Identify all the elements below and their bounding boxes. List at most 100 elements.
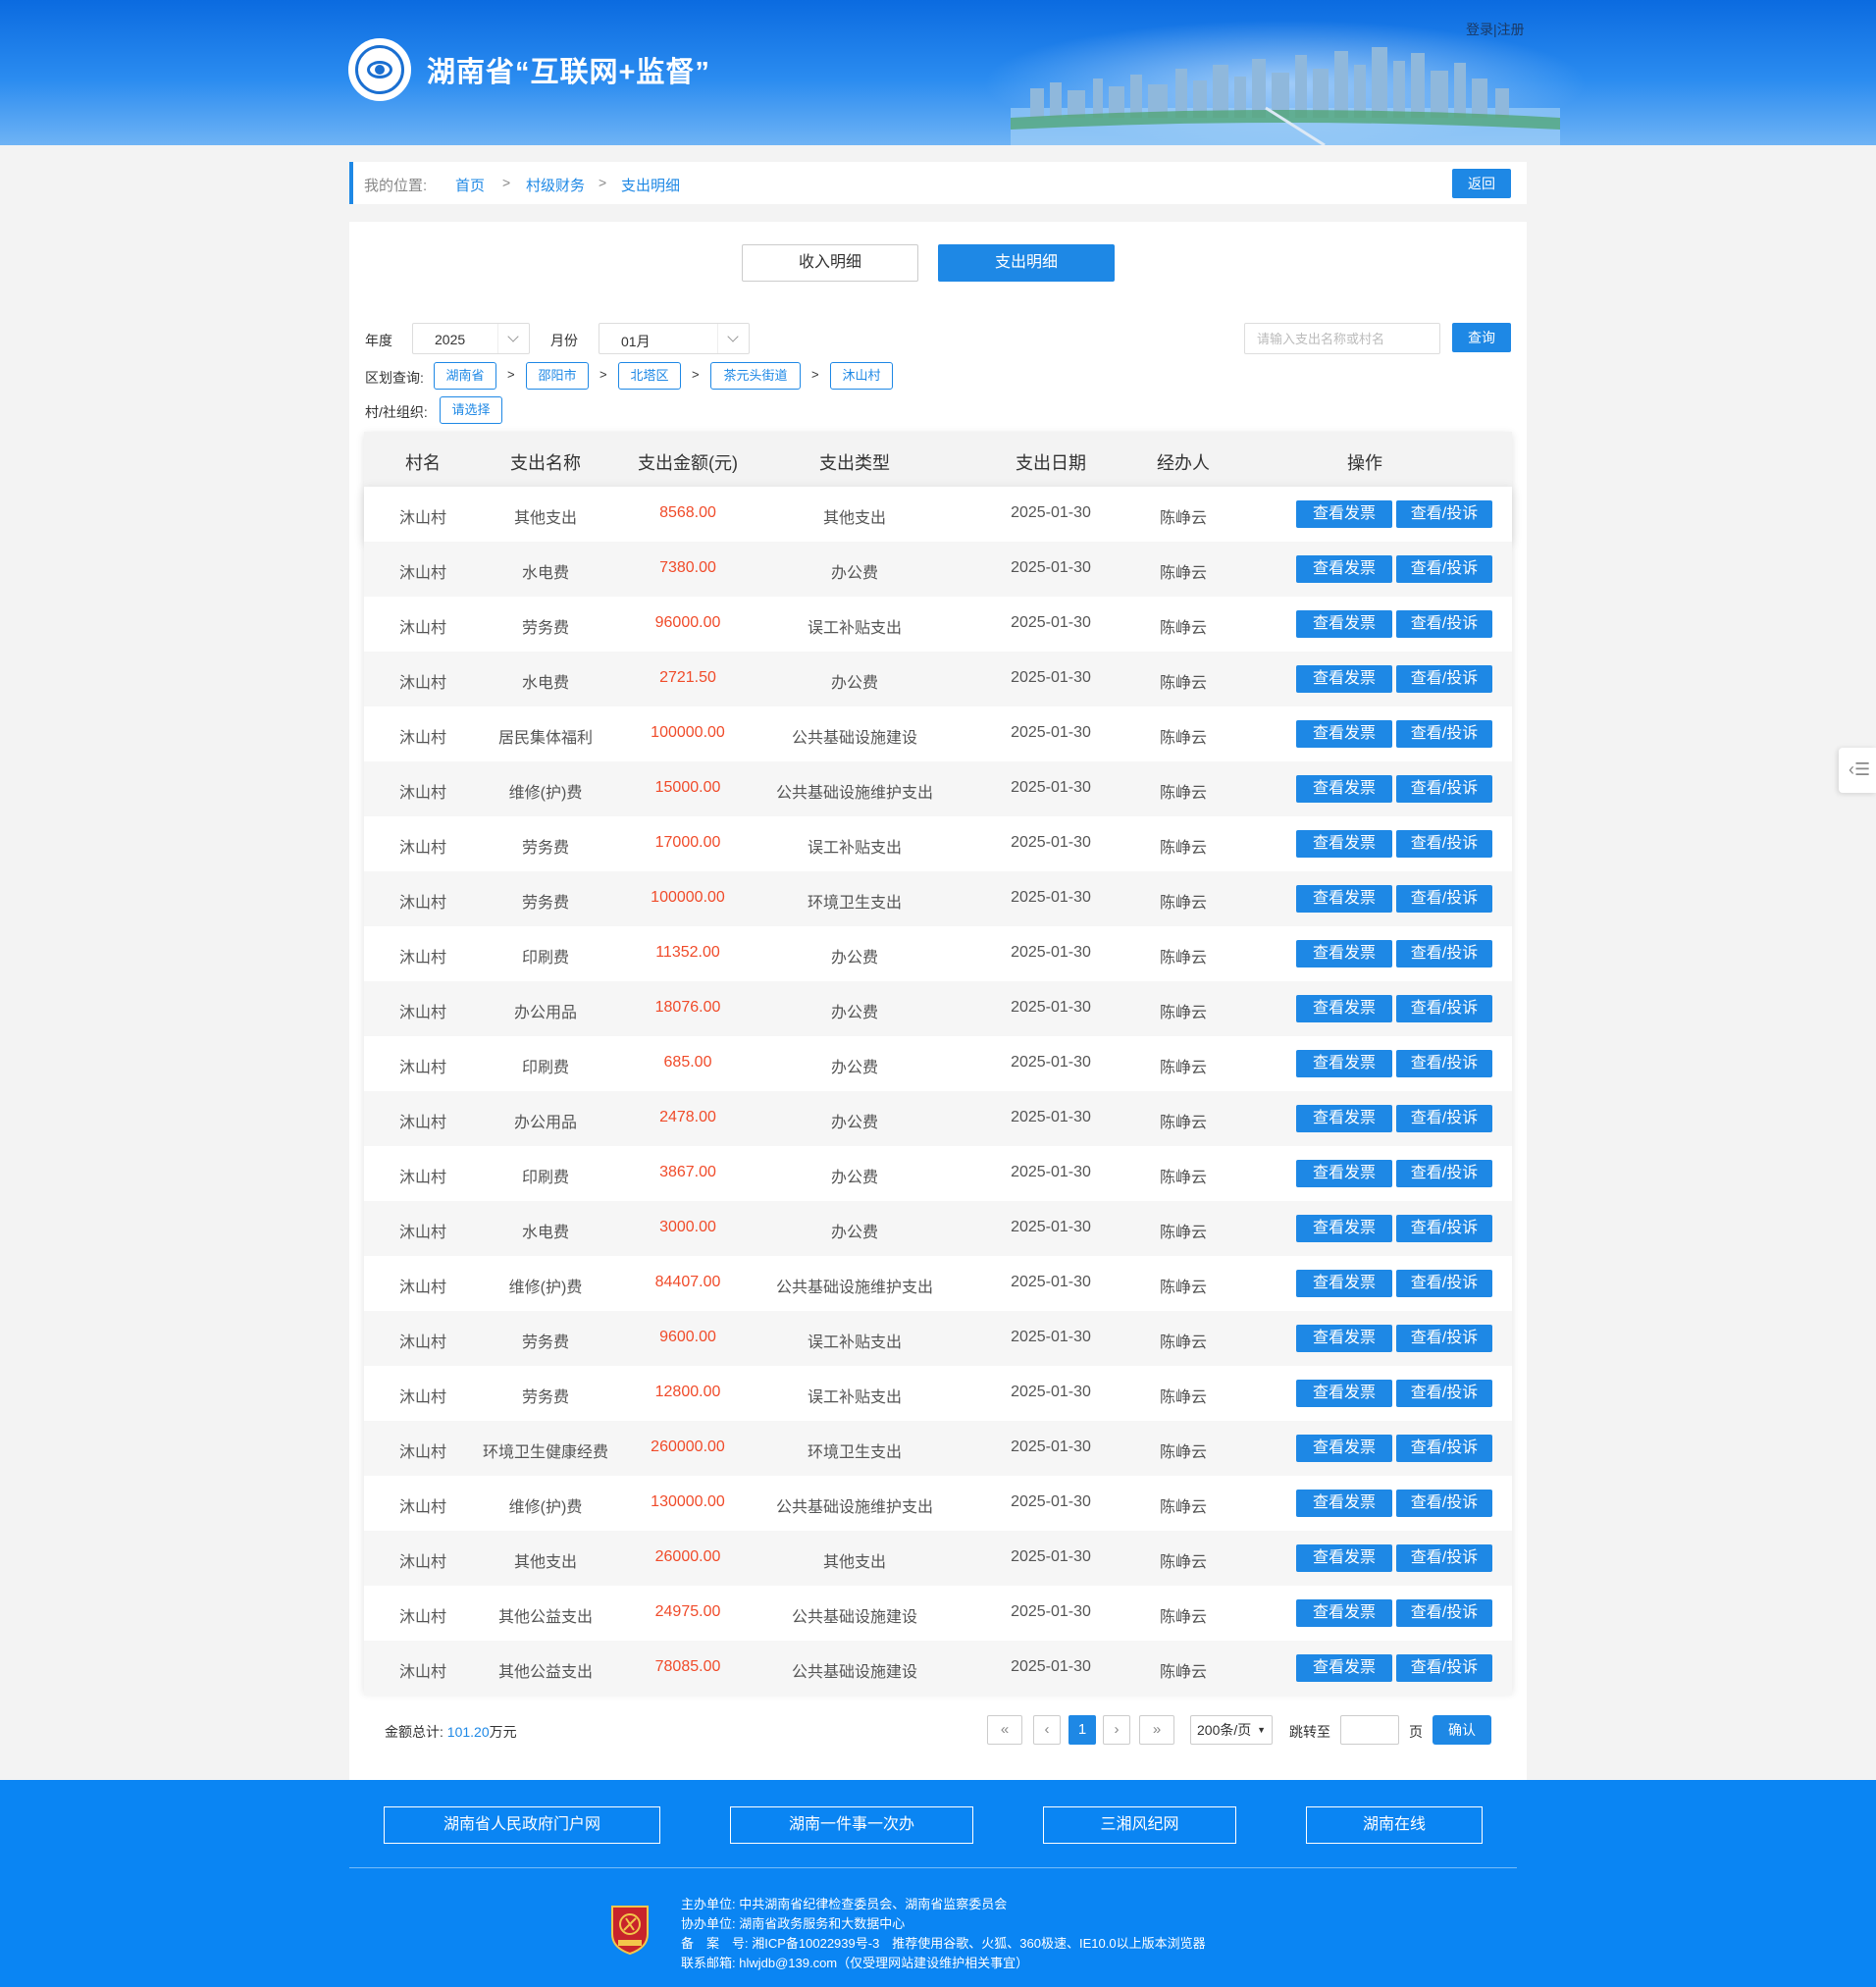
view-invoice-button[interactable]: 查看发票: [1296, 775, 1392, 803]
side-menu-toggle[interactable]: ‹☰: [1839, 748, 1876, 793]
view-complain-button[interactable]: 查看/投诉: [1396, 1050, 1492, 1077]
page-size-select[interactable]: 200条/页 ▼: [1190, 1715, 1273, 1745]
view-invoice-button[interactable]: 查看发票: [1296, 1435, 1392, 1462]
confirm-jump-button[interactable]: 确认: [1433, 1715, 1491, 1745]
view-invoice-button[interactable]: 查看发票: [1296, 885, 1392, 913]
view-invoice-button[interactable]: 查看发票: [1296, 555, 1392, 583]
view-complain-button[interactable]: 查看/投诉: [1396, 1325, 1492, 1352]
header-date: 支出日期: [1016, 453, 1086, 473]
view-complain-button[interactable]: 查看/投诉: [1396, 885, 1492, 913]
cell-amount: 17000.00: [654, 834, 721, 851]
page-1-button[interactable]: 1: [1068, 1715, 1096, 1745]
view-invoice-button[interactable]: 查看发票: [1296, 1490, 1392, 1517]
view-invoice-button[interactable]: 查看发票: [1296, 1599, 1392, 1627]
view-invoice-button[interactable]: 查看发票: [1296, 665, 1392, 693]
header-village: 村名: [405, 453, 441, 473]
search-input[interactable]: [1244, 323, 1440, 354]
cell-date: 2025-01-30: [1011, 944, 1091, 961]
view-complain-button[interactable]: 查看/投诉: [1396, 1105, 1492, 1132]
footer-link-hunan-online[interactable]: 湖南在线: [1306, 1806, 1483, 1844]
view-complain-button[interactable]: 查看/投诉: [1396, 1435, 1492, 1462]
view-invoice-button[interactable]: 查看发票: [1296, 1160, 1392, 1187]
view-complain-button[interactable]: 查看/投诉: [1396, 500, 1492, 528]
cell-village: 沐山村: [398, 730, 446, 747]
view-complain-button[interactable]: 查看/投诉: [1396, 610, 1492, 638]
view-invoice-button[interactable]: 查看发票: [1296, 500, 1392, 528]
view-complain-button[interactable]: 查看/投诉: [1396, 1215, 1492, 1242]
jump-page-input[interactable]: [1340, 1715, 1399, 1745]
view-invoice-button[interactable]: 查看发票: [1296, 610, 1392, 638]
region-village[interactable]: 沐山村: [830, 362, 893, 390]
view-invoice-button[interactable]: 查看发票: [1296, 995, 1392, 1022]
region-city[interactable]: 邵阳市: [526, 362, 589, 390]
view-complain-button[interactable]: 查看/投诉: [1396, 1490, 1492, 1517]
breadcrumb-village-finance[interactable]: 村级财务: [526, 175, 585, 195]
view-invoice-button[interactable]: 查看发票: [1296, 1544, 1392, 1572]
footer-link-gov-portal[interactable]: 湖南省人民政府门户网: [384, 1806, 660, 1844]
back-button[interactable]: 返回: [1452, 169, 1511, 198]
table-row: 沐山村 其他公益支出 78085.00 公共基础设施建设 2025-01-30 陈峥云 查看…: [364, 1641, 1512, 1696]
query-button[interactable]: 查询: [1452, 323, 1511, 352]
cell-amount: 2478.00: [659, 1109, 716, 1125]
register-link[interactable]: 注册: [1497, 22, 1525, 37]
view-complain-button[interactable]: 查看/投诉: [1396, 995, 1492, 1022]
view-invoice-button[interactable]: 查看发票: [1296, 940, 1392, 967]
cell-handler: 陈峥云: [1159, 1609, 1207, 1626]
cell-handler: 陈峥云: [1159, 1554, 1207, 1571]
view-invoice-button[interactable]: 查看发票: [1296, 1050, 1392, 1077]
tab-income-detail[interactable]: 收入明细: [742, 244, 918, 282]
view-complain-button[interactable]: 查看/投诉: [1396, 720, 1492, 748]
view-invoice-button[interactable]: 查看发票: [1296, 1105, 1392, 1132]
year-select[interactable]: 2025: [412, 323, 530, 354]
view-complain-button[interactable]: 查看/投诉: [1396, 665, 1492, 693]
last-page-button[interactable]: »: [1139, 1715, 1174, 1745]
table-row: 沐山村 劳务费 12800.00 误工补贴支出 2025-01-30 陈峥云 查看发票 查看/…: [364, 1366, 1512, 1421]
cell-expense-name: 维修(护)费: [508, 1280, 583, 1296]
view-complain-button[interactable]: 查看/投诉: [1396, 830, 1492, 858]
next-page-button[interactable]: ›: [1103, 1715, 1130, 1745]
view-invoice-button[interactable]: 查看发票: [1296, 830, 1392, 858]
view-complain-button[interactable]: 查看/投诉: [1396, 1544, 1492, 1572]
total-value: 101.20: [446, 1724, 490, 1740]
cell-date: 2025-01-30: [1011, 999, 1091, 1016]
view-complain-button[interactable]: 查看/投诉: [1396, 775, 1492, 803]
view-complain-button[interactable]: 查看/投诉: [1396, 1599, 1492, 1627]
view-invoice-button[interactable]: 查看发票: [1296, 1654, 1392, 1682]
cell-date: 2025-01-30: [1011, 669, 1091, 686]
view-invoice-button[interactable]: 查看发票: [1296, 1270, 1392, 1297]
login-link[interactable]: 登录: [1466, 22, 1493, 37]
breadcrumb-sep: >: [599, 175, 607, 190]
footer-link-one-thing[interactable]: 湖南一件事一次办: [730, 1806, 973, 1844]
footer-link-sanxiang[interactable]: 三湘风纪网: [1043, 1806, 1236, 1844]
region-district[interactable]: 北塔区: [618, 362, 681, 390]
cell-amount: 2721.50: [659, 669, 716, 686]
cell-type: 公共基础设施维护支出: [775, 785, 933, 802]
view-invoice-button[interactable]: 查看发票: [1296, 720, 1392, 748]
cell-amount: 96000.00: [654, 614, 721, 631]
view-complain-button[interactable]: 查看/投诉: [1396, 1270, 1492, 1297]
prev-page-button[interactable]: ‹: [1033, 1715, 1061, 1745]
cell-expense-name: 水电费: [521, 1225, 569, 1241]
breadcrumb-expense-detail[interactable]: 支出明细: [621, 175, 680, 195]
view-invoice-button[interactable]: 查看发票: [1296, 1325, 1392, 1352]
view-complain-button[interactable]: 查看/投诉: [1396, 1654, 1492, 1682]
view-complain-button[interactable]: 查看/投诉: [1396, 555, 1492, 583]
first-page-button[interactable]: «: [987, 1715, 1022, 1745]
cell-village: 沐山村: [398, 620, 446, 637]
view-complain-button[interactable]: 查看/投诉: [1396, 940, 1492, 967]
view-complain-button[interactable]: 查看/投诉: [1396, 1160, 1492, 1187]
table-row: 沐山村 印刷费 11352.00 办公费 2025-01-30 陈峥云 查看发票 查看/投诉: [364, 926, 1512, 981]
tab-expense-detail[interactable]: 支出明细: [938, 244, 1115, 282]
cell-type: 误工补贴支出: [807, 1389, 902, 1406]
view-invoice-button[interactable]: 查看发票: [1296, 1380, 1392, 1407]
breadcrumb-home[interactable]: 首页: [455, 175, 485, 195]
view-complain-button[interactable]: 查看/投诉: [1396, 1380, 1492, 1407]
month-select[interactable]: 01月: [599, 323, 750, 354]
table-header: 村名 支出名称 支出金额(元) 支出类型 支出日期 经办人 操作: [364, 432, 1512, 487]
view-invoice-button[interactable]: 查看发票: [1296, 1215, 1392, 1242]
cell-type: 公共基础设施建设: [791, 1609, 917, 1626]
expense-table: 村名 支出名称 支出金额(元) 支出类型 支出日期 经办人 操作 沐山村 其他支出…: [364, 432, 1512, 1696]
org-select[interactable]: 请选择: [440, 396, 502, 424]
region-province[interactable]: 湖南省: [434, 362, 496, 390]
region-street[interactable]: 茶元头街道: [710, 362, 801, 390]
